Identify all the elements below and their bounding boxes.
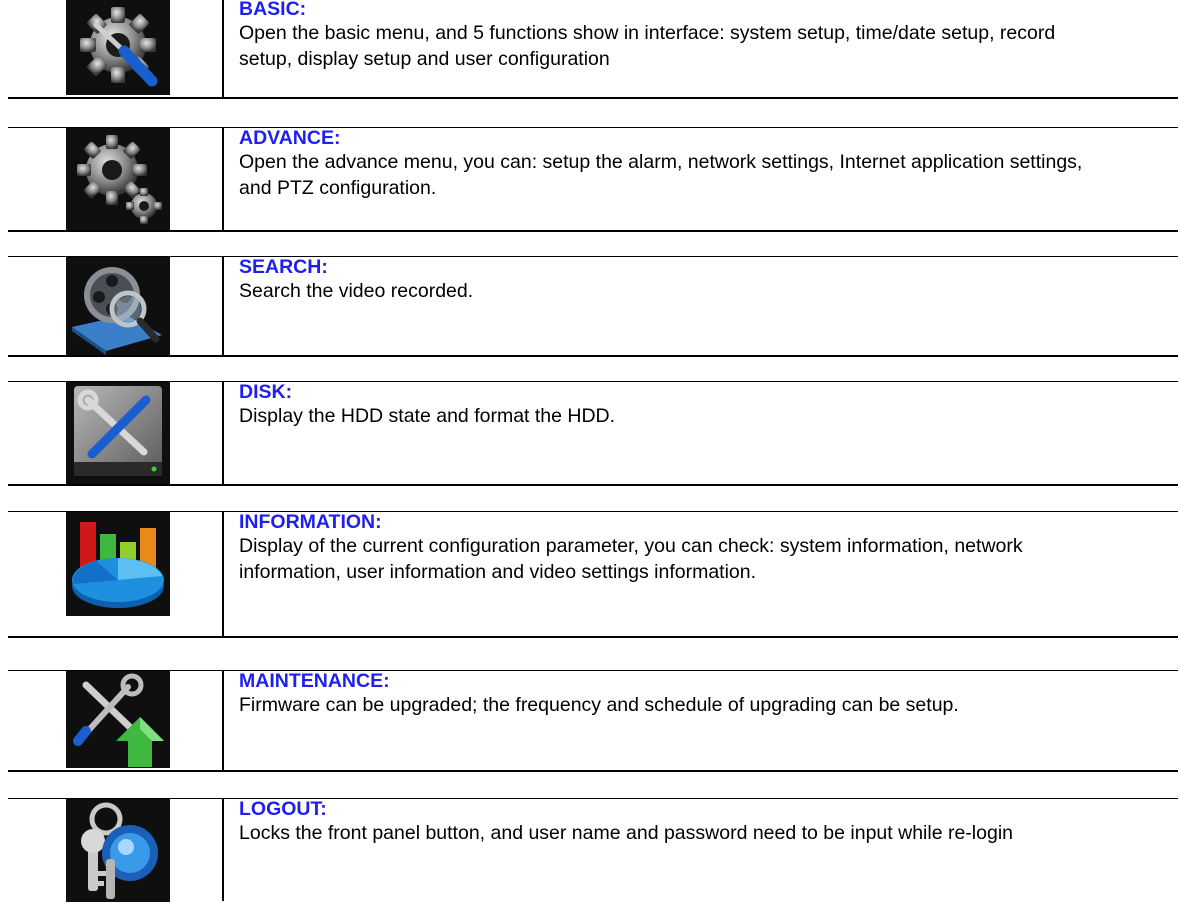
menu-row-basic: BASIC: Open the basic menu, and 5 functi… <box>8 0 1178 99</box>
item-title: INFORMATION: <box>239 511 382 533</box>
item-title: MAINTENANCE: <box>239 670 390 692</box>
icon-cell <box>8 671 224 770</box>
item-description: Open the advance menu, you can: setup th… <box>239 151 1083 199</box>
item-description: Display of the current configuration par… <box>239 535 1023 583</box>
item-description: Locks the front panel button, and user n… <box>239 822 1014 844</box>
item-description: Open the basic menu, and 5 functions sho… <box>239 22 1056 70</box>
menu-row-maintenance: MAINTENANCE: Firmware can be upgraded; t… <box>8 670 1178 772</box>
menu-row-search: SEARCH: Search the video recorded. <box>8 256 1178 357</box>
item-title: SEARCH: <box>239 256 328 278</box>
item-title: BASIC: <box>239 0 307 20</box>
gear-screwdriver-icon <box>66 0 170 95</box>
gears-icon <box>66 128 170 230</box>
item-description: Search the video recorded. <box>239 280 474 302</box>
item-title: ADVANCE: <box>239 127 341 149</box>
icon-cell <box>8 382 224 484</box>
menu-row-disk: DISK: Display the HDD state and format t… <box>8 381 1178 486</box>
item-title: LOGOUT: <box>239 798 327 820</box>
menu-row-information: INFORMATION: Display of the current conf… <box>8 511 1178 638</box>
chart-pie-icon <box>66 512 170 616</box>
item-description: Firmware can be upgraded; the frequency … <box>239 694 959 716</box>
icon-cell <box>8 0 224 97</box>
icon-cell <box>8 512 224 636</box>
tools-upgrade-arrow-icon <box>66 671 170 768</box>
icon-cell <box>8 128 224 230</box>
menu-row-logout: LOGOUT: Locks the front panel button, an… <box>8 798 1178 902</box>
film-reel-magnifier-icon <box>66 257 170 355</box>
item-title: DISK: <box>239 381 293 403</box>
item-description: Display the HDD state and format the HDD… <box>239 405 616 427</box>
icon-cell <box>8 257 224 355</box>
keys-icon <box>66 799 170 902</box>
menu-row-advance: ADVANCE: Open the advance menu, you can:… <box>8 127 1178 232</box>
icon-cell <box>8 799 224 902</box>
hard-disk-tools-icon <box>66 382 170 484</box>
